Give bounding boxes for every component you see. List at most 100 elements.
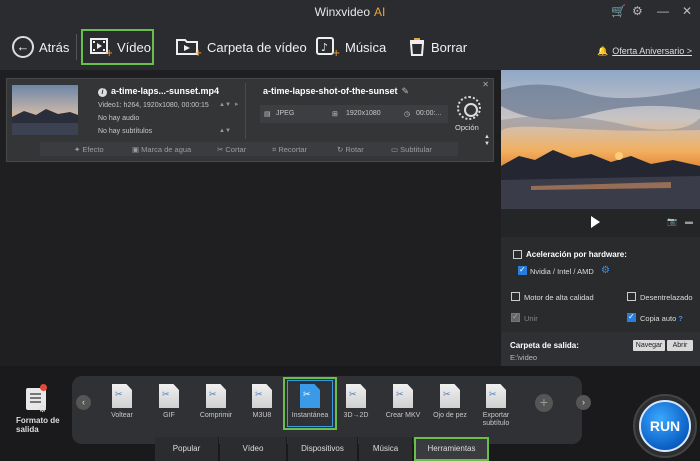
task-item[interactable]: i a-time-laps...-sunset.mp4 Video1: h264,…	[6, 78, 494, 162]
browse-button[interactable]: Navegar	[633, 340, 665, 351]
add-format-icon[interactable]: +	[535, 394, 553, 412]
video-track-info[interactable]: Video1: h264, 1920x1080, 00:00:15	[98, 102, 209, 109]
flip-tool-icon: ✂	[112, 384, 132, 408]
audio-track-info[interactable]: No hay audio	[98, 115, 139, 122]
back-label: Atrás	[39, 39, 70, 55]
format-item-m3u8[interactable]: ✂ M3U8	[236, 384, 288, 420]
option-label[interactable]: Opción	[455, 123, 479, 132]
crop-label: Recortar	[278, 145, 308, 154]
music-label: Música	[345, 39, 387, 55]
output-duration: 00:00:...	[416, 110, 442, 117]
crop-button[interactable]: ⌗ Recortar	[272, 145, 307, 155]
format-item-mkv[interactable]: ✂ Crear MKV	[377, 384, 429, 420]
watermark-button[interactable]: ▣ Marca de agua	[132, 145, 191, 154]
anniversary-offer-link[interactable]: 🔔 Oferta Aniversario >	[597, 46, 692, 57]
svg-text:+: +	[194, 48, 202, 57]
open-folder-icon[interactable]: ▬	[685, 217, 693, 226]
video-label: Vídeo	[117, 39, 151, 55]
3d-2d-tool-icon: ✂	[346, 384, 366, 408]
output-file-name[interactable]: a-time-lapse-shot-of-the-sunset ✎	[263, 86, 409, 97]
hw-settings-gear-icon[interactable]: ⚙	[601, 265, 610, 276]
add-folder-button[interactable]: + Carpeta de vídeo	[176, 24, 307, 70]
output-folder-panel: Carpeta de salida: E:\video Navegar Abri…	[501, 332, 700, 366]
delete-label: Borrar	[431, 39, 468, 55]
tab-devices[interactable]: Dispositivos	[288, 437, 358, 461]
output-format-label-2: salida	[16, 425, 39, 434]
format-label: M3U8	[252, 412, 272, 419]
cut-label: Cortar	[225, 145, 247, 154]
trash-icon	[408, 37, 426, 57]
high-quality-checkbox[interactable]	[511, 292, 520, 301]
output-format-label-1: Formato de	[16, 416, 60, 425]
deinterlace-checkbox[interactable]	[627, 292, 636, 301]
run-button[interactable]: RUN	[639, 400, 691, 452]
back-button[interactable]: ← Atrás	[12, 24, 69, 70]
output-format-button[interactable]: Formato de salida	[16, 416, 60, 434]
open-folder-button[interactable]: Abrir	[667, 340, 693, 351]
help-icon[interactable]: ?	[678, 314, 683, 323]
task-list: i a-time-laps...-sunset.mp4 Video1: h264,…	[0, 70, 501, 366]
clock-icon: ◷	[404, 111, 411, 118]
svg-text:+: +	[105, 48, 112, 57]
hw-vendor-label: Nvidia / Intel / AMD	[530, 267, 594, 276]
tab-tools[interactable]: Herramientas	[414, 437, 489, 461]
expand-arrow-icon[interactable]: ▸	[235, 100, 239, 108]
option-gear-icon[interactable]	[457, 96, 481, 120]
add-music-button[interactable]: ♪ + Música	[316, 24, 386, 70]
close-window-icon[interactable]: ✕	[682, 4, 692, 18]
subtitle-track-info[interactable]: No hay subtítulos	[98, 128, 152, 135]
source-name-text: a-time-laps...-sunset.mp4	[111, 86, 220, 96]
add-video-button[interactable]: + Vídeo	[90, 24, 151, 70]
rotate-label: Rotar	[345, 145, 364, 154]
mkv-tool-icon: ✂	[393, 384, 413, 408]
resolution-icon: ⊞	[332, 111, 338, 118]
video-track-dropdown-icon[interactable]: ▲▼	[219, 102, 231, 108]
play-icon[interactable]	[591, 216, 600, 228]
svg-text:+: +	[332, 48, 340, 57]
cut-button[interactable]: ✂ Cortar	[217, 145, 246, 154]
format-item-flip[interactable]: ✂ Voltear	[96, 384, 148, 420]
title-bar: Winxvideo AI 🛒 ⚙ — ✕	[0, 0, 700, 24]
format-label: 3D→2D	[343, 412, 369, 419]
format-item-fisheye[interactable]: ✂ Ojo de pez	[424, 384, 476, 420]
hw-accel-label: Aceleración por hardware:	[526, 250, 627, 259]
settings-gear-icon[interactable]: ⚙	[632, 4, 643, 18]
remove-item-icon[interactable]: ✕	[482, 80, 489, 89]
window-title: Winxvideo AI	[0, 5, 700, 19]
next-formats-icon[interactable]: ›	[576, 395, 591, 410]
format-item-3d-2d[interactable]: ✂ 3D→2D	[330, 384, 382, 420]
tab-popular[interactable]: Popular	[155, 437, 219, 461]
autocopy-checkbox[interactable]	[627, 312, 636, 322]
deinterlace-label: Desentrelazado	[640, 293, 693, 302]
export-subtitle-tool-icon: ✂	[486, 384, 506, 408]
reorder-arrows-icon[interactable]: ▲ ▼	[484, 134, 490, 148]
subtitle-button[interactable]: ▭ Subtitular	[391, 145, 432, 154]
output-format: JPEG	[276, 110, 295, 117]
hw-accel-checkbox[interactable]	[513, 250, 522, 259]
snapshot-camera-icon[interactable]: 📷	[667, 217, 677, 226]
prev-formats-icon[interactable]: ‹	[76, 395, 91, 410]
rotate-button[interactable]: ↻ Rotar	[337, 145, 364, 154]
video-preview	[501, 70, 700, 209]
cart-icon[interactable]: 🛒	[611, 4, 626, 18]
format-item-gif[interactable]: ✂ GIF	[143, 384, 195, 420]
fisheye-tool-icon: ✂	[440, 384, 460, 408]
subtitle-dropdown-icon[interactable]: ▲▼	[219, 128, 231, 134]
delete-button[interactable]: Borrar	[408, 24, 467, 70]
info-icon[interactable]: i	[98, 88, 107, 97]
pencil-edit-icon[interactable]: ✎	[402, 86, 410, 96]
source-file-name: i a-time-laps...-sunset.mp4	[98, 86, 219, 97]
tab-video[interactable]: Vídeo	[220, 437, 287, 461]
format-item-compress[interactable]: ✂ Comprimir	[190, 384, 242, 420]
effect-button[interactable]: ✦ Efecto	[74, 145, 104, 154]
format-item-export-subtitle[interactable]: ✂ Exportar subtítulo	[470, 384, 522, 428]
tab-music[interactable]: Música	[359, 437, 413, 461]
minimize-icon[interactable]: —	[657, 4, 669, 18]
format-label: Comprimir	[199, 412, 233, 419]
promo-label: Oferta Aniversario >	[612, 46, 692, 56]
output-folder-label: Carpeta de salida:	[510, 341, 579, 350]
hw-vendor-checkbox[interactable]	[518, 265, 527, 275]
conversion-settings: Aceleración por hardware: Nvidia / Intel…	[501, 237, 700, 332]
folder-video-icon: +	[176, 37, 202, 57]
edit-toolbar: ✦ Efecto ▣ Marca de agua ✂ Cortar ⌗ Reco…	[40, 142, 458, 156]
